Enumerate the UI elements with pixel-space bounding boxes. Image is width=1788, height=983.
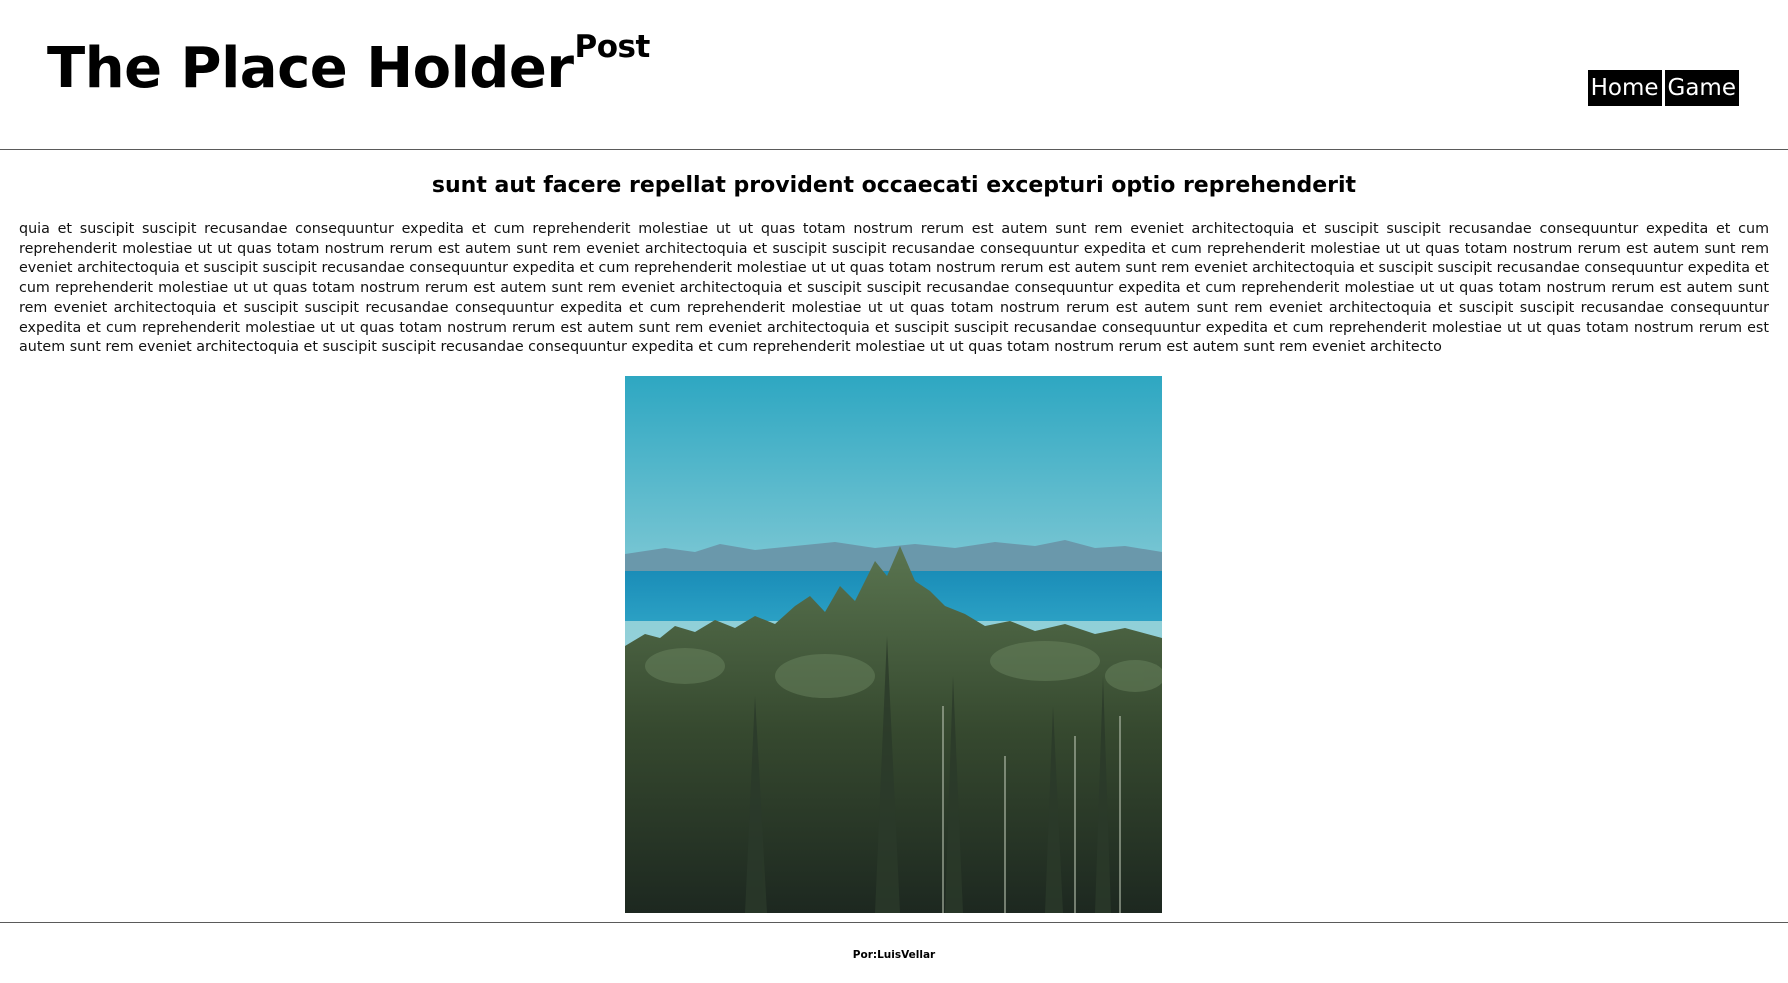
nav-game-link[interactable]: Game [1664,70,1739,106]
site-title-superscript: Post [574,29,650,65]
post-body: quia et suscipit suscipit recusandae con… [19,221,1769,356]
post-title: sunt aut facere repellat provident occae… [431,173,1357,198]
site-footer: Por:LuisVellar [0,922,1788,983]
site-header: The Place HolderPost Home Game [0,0,1788,150]
forest-lake-photo [625,376,1162,913]
footer-credit: Por:LuisVellar [852,949,936,961]
post-image [625,376,1162,913]
site-title: The Place HolderPost [47,32,650,97]
nav-home-link[interactable]: Home [1587,70,1662,106]
page: The Place HolderPost Home Game sunt aut … [0,0,1788,983]
site-title-text: The Place Holder [47,36,574,101]
main-nav: Home Game [1587,70,1739,106]
